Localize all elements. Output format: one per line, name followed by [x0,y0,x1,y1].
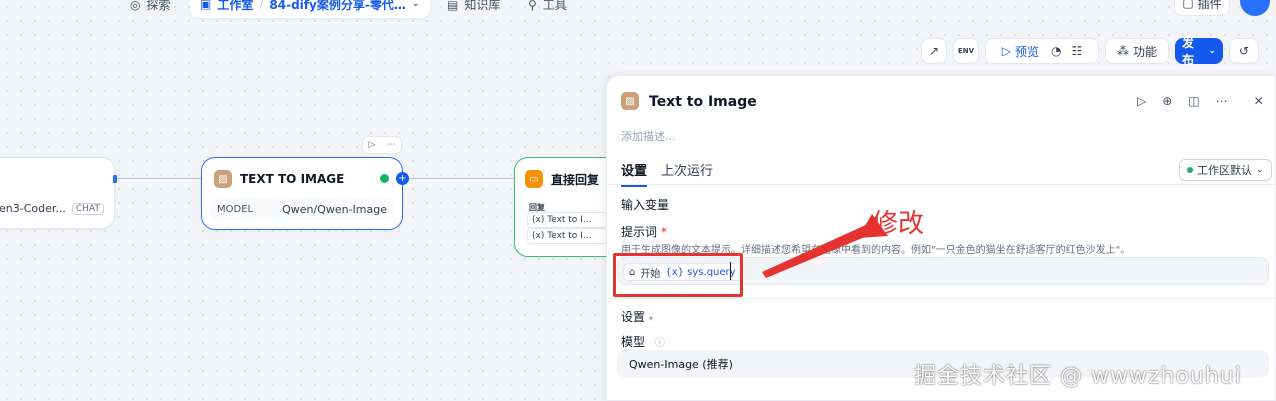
description-input[interactable]: 添加描述... [621,128,676,144]
env-button[interactable]: ENV [953,38,979,64]
check-icon: ↗ [928,44,940,58]
features-button[interactable]: ⁂ 功能 [1105,38,1169,64]
model-label: 模型 ⓘ [621,335,665,349]
annotation-text: 修改 [872,209,925,239]
run-step-icon[interactable]: ▷ [1137,94,1146,108]
edge-tti-to-answer [408,178,514,179]
prompt-label: 提示词 * [621,225,667,239]
nav-studio[interactable]: ▣ 工作室 / 84-dify案例分享-零代… ⌄ [190,0,430,18]
reply-var: (x) Text to I... [527,212,607,228]
model-value: Qwen/Qwen-Image [282,202,387,216]
nav-explore[interactable]: ◎ 探索 [130,0,171,13]
preview-button[interactable]: 预览 [1015,43,1039,60]
settings-collapse[interactable]: 设置 ▾ [621,308,653,325]
add-node-icon[interactable]: + [396,172,409,185]
book-open-icon[interactable]: ◫ [1188,94,1199,108]
node-model-name: en3-Coder... [0,202,66,215]
play-icon: ▷ [1001,44,1011,58]
features-icon: ⁂ [1116,44,1129,58]
nav-tools[interactable]: ⚲ 工具 [528,0,567,13]
node-config-panel: ▨ Text to Image ▷ ⊕ ◫ ⋯ ✕ 添加描述... 设置 上次运… [606,75,1276,401]
model-label: MODEL [217,203,254,215]
plugin-icon: ▢ [1182,0,1194,10]
panel-tabs: 设置 上次运行 [621,160,713,187]
tab-last-run[interactable]: 上次运行 [661,160,713,187]
avatar[interactable] [1240,0,1270,16]
book-icon: ▤ [447,0,459,12]
plugins-button[interactable]: ▢ 插件 [1174,0,1230,16]
checklist-icon[interactable]: ☷ [1071,44,1082,58]
tab-settings[interactable]: 设置 [621,160,648,187]
edge-handle[interactable] [113,175,117,183]
node-actions: ▷ ⋯ [362,136,402,154]
compass-icon: ◎ [130,0,141,12]
more-icon[interactable]: ⋯ [386,140,395,150]
caret-down-icon: ▾ [648,314,653,323]
wrench-icon: ⚲ [528,0,537,12]
close-icon[interactable]: ✕ [1254,94,1264,108]
required-mark: * [660,225,667,239]
panel-actions: ▷ ⊕ ◫ ⋯ ✕ [1137,94,1264,108]
workspace-select[interactable]: 工作区默认 ⌄ [1179,159,1272,181]
highlight-box [613,253,743,297]
checklist-button[interactable]: ↗ [921,38,947,64]
tti-plugin-icon: ▨ [621,92,639,110]
run-node-icon[interactable]: ▷ [369,140,376,150]
node-title: TEXT TO IMAGE [240,172,345,186]
preview-group: ▷ 预览 ◔ ☷ [985,38,1099,64]
divider [607,184,1276,185]
nav-knowledge[interactable]: ▤ 知识库 [447,0,500,13]
history-icon: ↺ [1238,44,1250,58]
chevron-down-icon: ⌄ [1208,46,1216,56]
divider [607,298,1276,299]
version-history-button[interactable]: ↺ [1229,38,1259,64]
status-dot-icon [1187,167,1193,173]
annotation-arrow [762,214,888,278]
edge-llm-to-tti [115,178,201,179]
reply-var: (x) Text to I... [527,228,607,244]
workflow-toolbar: ↗ ENV ▷ 预览 ◔ ☷ ⁂ 功能 发布 ⌄ ↺ [921,36,1259,67]
answer-icon: ▭ [525,170,543,188]
chevron-down-icon: ⌄ [1256,165,1264,175]
chevron-down-icon: ⌄ [411,0,420,9]
more-icon[interactable]: ⋯ [1216,94,1228,108]
chat-badge: CHAT [71,202,104,215]
tti-plugin-icon: ▨ [214,170,232,188]
success-check-icon [380,174,389,183]
history-run-icon[interactable]: ◔ [1051,44,1061,58]
node-title: 直接回复 [551,172,600,187]
app-name[interactable]: 84-dify案例分享-零代… [269,0,405,13]
locate-icon[interactable]: ⊕ [1162,94,1172,108]
llm-node[interactable]: en3-Coder... CHAT [0,157,115,229]
separator: / [259,0,264,11]
help-icon[interactable]: ⓘ [655,338,665,349]
text-to-image-node[interactable]: ▨ TEXT TO IMAGE MODEL Qwen/Qwen-Image [201,157,403,230]
input-vars-heading: 输入变量 [621,198,670,212]
top-nav: ◎ 探索 ▣ 工作室 / 84-dify案例分享-零代… ⌄ ▤ 知识库 ⚲ 工… [0,0,1276,18]
studio-icon: ▣ [200,0,212,11]
panel-title[interactable]: Text to Image [649,94,757,110]
watermark: 掘金技术社区 @ wwwzhouhui [914,364,1242,389]
publish-button[interactable]: 发布 ⌄ [1175,36,1223,67]
